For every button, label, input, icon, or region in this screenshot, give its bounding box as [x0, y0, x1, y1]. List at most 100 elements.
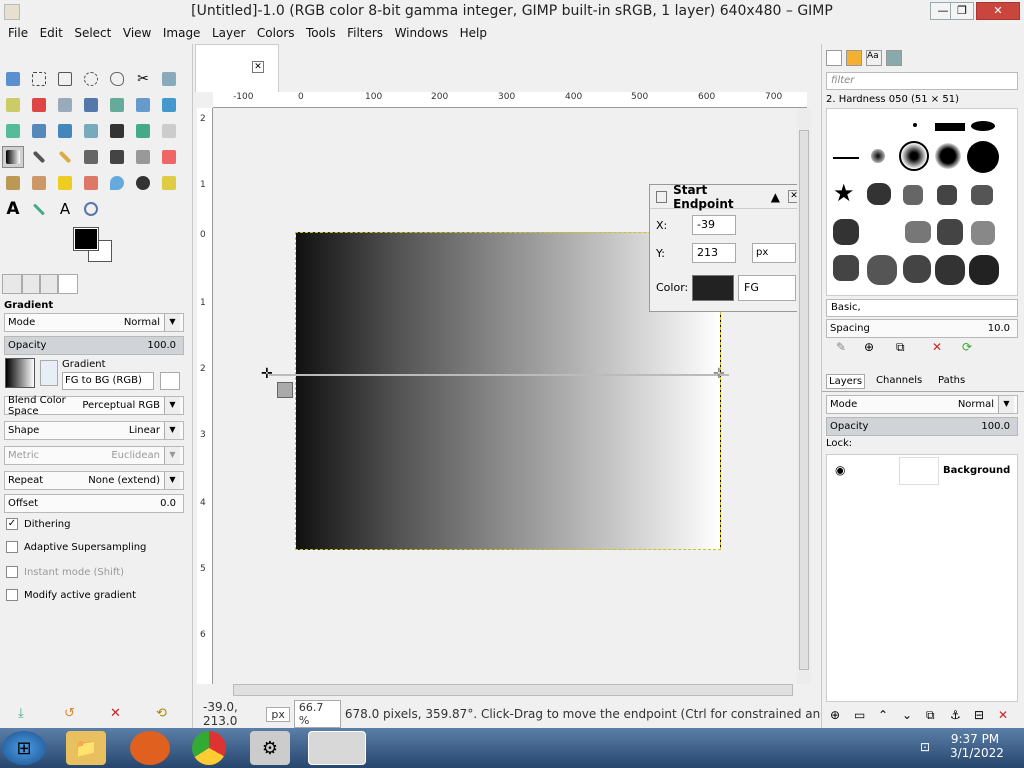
endpoint-color-button[interactable]: [692, 275, 734, 301]
unit-select[interactable]: px: [752, 243, 796, 263]
fonts-tab[interactable]: Aa: [866, 50, 882, 66]
brush-item[interactable]: [969, 255, 999, 285]
rotate-tool-icon[interactable]: [132, 94, 154, 116]
menu-help[interactable]: Help: [460, 24, 487, 42]
new-layer-group-icon[interactable]: ▭: [854, 708, 865, 722]
offset-slider[interactable]: Offset 0.0: [4, 494, 184, 513]
layer-opacity-slider[interactable]: Opacity 100.0: [826, 417, 1018, 436]
clock[interactable]: 9:37 PM 3/1/2022: [950, 732, 1004, 760]
lasso-icon[interactable]: [106, 68, 128, 90]
spacing-slider[interactable]: Spacing 10.0: [826, 319, 1018, 338]
maximize-button[interactable]: ❐: [950, 2, 974, 20]
heal-tool-icon[interactable]: [2, 172, 24, 194]
save-options-icon[interactable]: ⤓: [18, 706, 24, 721]
reverse-gradient-button[interactable]: [40, 360, 58, 386]
brush-item-selected[interactable]: [899, 141, 929, 171]
delete-options-icon[interactable]: ✕: [110, 706, 121, 721]
smudge-hand-icon[interactable]: [158, 120, 180, 142]
lower-layer-icon[interactable]: ⌄: [902, 708, 912, 722]
menu-select[interactable]: Select: [74, 24, 111, 42]
brush-item[interactable]: [935, 255, 965, 285]
text-tool-icon[interactable]: A: [2, 198, 24, 220]
brush-item[interactable]: [967, 141, 999, 173]
zoom-tool-icon[interactable]: [80, 198, 102, 220]
brush-item[interactable]: [903, 185, 923, 205]
brush-item[interactable]: [867, 255, 897, 285]
bucket-fill-icon[interactable]: [54, 172, 76, 194]
dodge-burn-icon[interactable]: [132, 172, 154, 194]
brushes-tab[interactable]: [826, 50, 842, 66]
text-box-icon[interactable]: [132, 120, 154, 142]
tab-channels[interactable]: Channels: [874, 374, 924, 387]
tab-paths[interactable]: Paths: [936, 374, 967, 387]
star-brush-icon[interactable]: ★: [833, 181, 855, 205]
brush-item[interactable]: [903, 255, 931, 283]
horizontal-scrollbar[interactable]: [233, 684, 793, 696]
new-layer-icon[interactable]: ⊕: [830, 708, 840, 722]
image-tab[interactable]: ✕: [195, 44, 279, 92]
gradient-line[interactable]: [269, 374, 729, 376]
document-history-tab[interactable]: [886, 50, 902, 66]
start-button[interactable]: ⊞: [2, 731, 46, 765]
eraser-icon[interactable]: [158, 146, 180, 168]
measure-tool-icon[interactable]: A: [54, 198, 76, 220]
x-coordinate-field[interactable]: -39: [692, 215, 736, 235]
layers-list[interactable]: ◉ Background: [826, 454, 1018, 702]
brush-item[interactable]: [833, 157, 859, 159]
y-coordinate-field[interactable]: 213: [692, 243, 736, 263]
brush-item[interactable]: [867, 183, 891, 205]
blend-color-space-select[interactable]: Blend Color Space Perceptual RGB ▼: [4, 395, 184, 417]
fg-select[interactable]: FG: [738, 275, 796, 301]
flip-tool-icon[interactable]: [54, 120, 76, 142]
brush-item[interactable]: [871, 149, 885, 163]
reset-options-icon[interactable]: ⟲: [156, 706, 167, 721]
tab-layers[interactable]: Layers: [826, 374, 866, 389]
anchor-layer-icon[interactable]: ⚓: [950, 708, 961, 722]
modify-active-gradient-checkbox[interactable]: Modify active gradient: [6, 589, 136, 601]
gradient-preview[interactable]: [5, 358, 35, 388]
shape-select[interactable]: Shape Linear ▼: [4, 421, 184, 440]
firefox-taskbar-icon[interactable]: [130, 731, 170, 765]
brush-item[interactable]: [905, 221, 931, 243]
layer-mode-select[interactable]: Mode Normal ▼: [826, 395, 1018, 414]
airbrush-icon[interactable]: [80, 146, 102, 168]
chrome-taskbar-icon[interactable]: [192, 731, 226, 765]
tab-device-status[interactable]: [22, 274, 40, 294]
edit-gradient-icon[interactable]: [160, 372, 180, 390]
brush-item[interactable]: [937, 219, 963, 245]
menu-image[interactable]: Image: [163, 24, 201, 42]
mode-select[interactable]: Mode Normal ▼: [4, 313, 184, 332]
merge-layer-icon[interactable]: ⊟: [974, 708, 984, 722]
foreground-select-icon[interactable]: [158, 68, 180, 90]
menu-edit[interactable]: Edit: [40, 24, 63, 42]
end-endpoint-handle[interactable]: ✛: [713, 366, 729, 382]
gimp-taskbar-icon[interactable]: [308, 731, 366, 765]
tab-undo-history[interactable]: [40, 274, 58, 294]
brush-item[interactable]: [935, 123, 965, 131]
explorer-taskbar-icon[interactable]: 📁: [66, 731, 106, 765]
canvas-view[interactable]: ✛ ✛ Start Endpoint ▲ ✕ X: -39 Y: 213 px …: [213, 108, 807, 684]
brush-item[interactable]: [833, 219, 859, 245]
menu-file[interactable]: File: [8, 24, 28, 42]
menu-tools[interactable]: Tools: [306, 24, 336, 42]
brush-item[interactable]: [913, 123, 917, 127]
instant-mode-checkbox[interactable]: Instant mode (Shift): [6, 566, 124, 578]
brush-filter-input[interactable]: filter: [826, 72, 1018, 90]
paintbrush-icon[interactable]: [28, 146, 50, 168]
warp-tool-icon[interactable]: [106, 120, 128, 142]
new-brush-icon[interactable]: ⊕: [864, 340, 874, 354]
collapse-icon[interactable]: ▲: [771, 190, 780, 204]
network-tray-icon[interactable]: ⊡: [920, 740, 930, 754]
repeat-select[interactable]: Repeat None (extend) ▼: [4, 471, 184, 490]
ellipse-select-icon[interactable]: [80, 68, 102, 90]
scale-tool-icon[interactable]: [158, 94, 180, 116]
menu-view[interactable]: View: [123, 24, 151, 42]
raise-layer-icon[interactable]: ⌃: [878, 708, 888, 722]
patterns-tab[interactable]: [846, 50, 862, 66]
settings-taskbar-icon[interactable]: ⚙: [250, 731, 290, 765]
cage-tool-icon[interactable]: [80, 120, 102, 142]
blur-tool-icon[interactable]: [80, 172, 102, 194]
layer-row[interactable]: ◉ Background: [827, 455, 1017, 487]
dithering-checkbox[interactable]: ✓ Dithering: [6, 518, 70, 530]
edit-brush-icon[interactable]: ✎: [836, 340, 846, 354]
